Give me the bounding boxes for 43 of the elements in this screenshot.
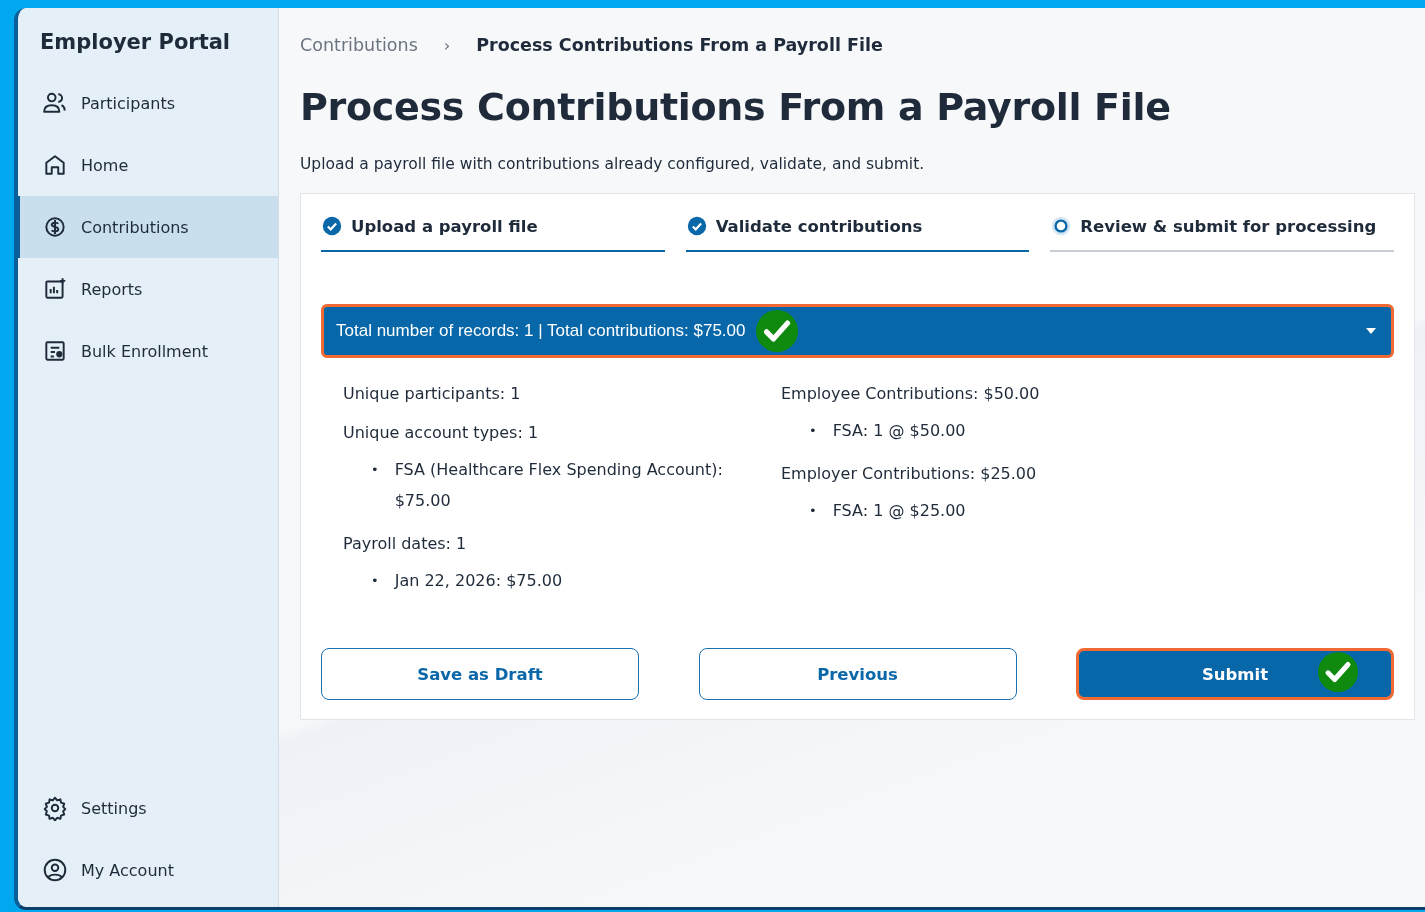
check-mark-icon xyxy=(1318,652,1358,692)
nav-item[interactable]: Reports xyxy=(18,258,278,320)
summary-bar[interactable]: Total number of records: 1 | Total contributions: $75.00 xyxy=(321,304,1394,358)
detail-label: Payroll dates: 1 xyxy=(343,533,468,555)
chart-icon xyxy=(42,276,68,302)
nav-item[interactable]: Bulk Enrollment xyxy=(18,320,278,382)
detail-label: Employee Contributions: $50.00 xyxy=(781,383,1040,405)
page-title: Process Contributions From a Payroll File xyxy=(300,85,1172,129)
nav-item[interactable]: Home xyxy=(18,134,278,196)
detail-label: Unique account types: 1 xyxy=(343,422,540,444)
caret-icon xyxy=(1365,327,1377,335)
submit-button[interactable]: Submit xyxy=(1076,648,1394,700)
nav-item[interactable]: Settings xyxy=(18,777,278,839)
bullet-marker: • xyxy=(371,572,379,590)
page-description: Upload a payroll file with contributions already configured, validate, and submit. xyxy=(300,155,926,173)
nav-item[interactable]: Contributions xyxy=(18,196,278,258)
ring-icon xyxy=(1051,216,1072,236)
detail-item: FSA (Healthcare Flex Spending Account): $75.00 xyxy=(394,459,724,512)
bullet-marker: • xyxy=(809,422,817,440)
detail-item: FSA: 1 @ $50.00 xyxy=(832,420,966,442)
bullet-marker: • xyxy=(809,502,817,520)
detail-item: Jan 22, 2026: $75.00 xyxy=(394,570,563,592)
nav-item[interactable]: Participants xyxy=(18,72,278,134)
action-button[interactable]: Previous xyxy=(698,648,1017,700)
breadcrumb-link[interactable]: Contributions xyxy=(300,35,418,55)
check-circle-icon xyxy=(322,216,342,236)
check-circle-icon xyxy=(686,216,707,236)
nav-item[interactable]: My Account xyxy=(18,839,278,901)
bullet-marker: • xyxy=(371,461,379,479)
breadcrumb-separator: › xyxy=(443,35,451,55)
breadcrumb-current: Process Contributions From a Payroll File xyxy=(476,35,883,55)
check-mark-icon xyxy=(755,310,798,352)
action-button[interactable]: Save as Draft xyxy=(321,648,639,700)
app-title: Employer Portal xyxy=(40,30,232,54)
detail-label: Employer Contributions: $25.00 xyxy=(781,463,1038,485)
house-icon xyxy=(42,152,68,178)
detail-label: Unique participants: 1 xyxy=(343,383,522,405)
people-icon xyxy=(42,90,68,116)
summary-text: Total number of records: 1 | Total contributions: $75.00 xyxy=(336,321,746,341)
list-icon xyxy=(42,338,68,364)
settings-icon xyxy=(42,795,68,821)
detail-item: FSA: 1 @ $25.00 xyxy=(832,500,966,522)
user-circle-icon xyxy=(42,857,68,883)
